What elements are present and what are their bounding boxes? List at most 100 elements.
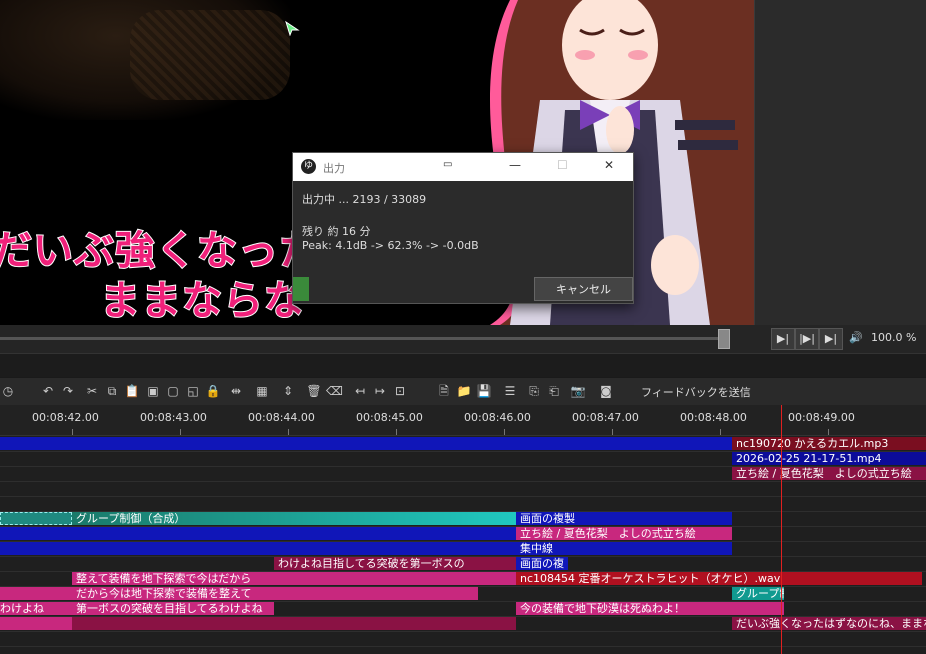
app-icon: ゆ bbox=[301, 159, 316, 174]
clock-icon[interactable]: ◷ bbox=[0, 383, 16, 399]
ruler-tick: 00:08:49.00 bbox=[788, 411, 855, 424]
track-lane: 2026-02-25 21-17-51.mp4 bbox=[0, 451, 926, 467]
track-lane: 集中線 bbox=[0, 541, 926, 557]
volume-icon[interactable]: 🔊 bbox=[845, 328, 867, 348]
timeline-clip[interactable]: 立ち絵 / 夏色花梨 よしの式立ち絵 bbox=[516, 527, 732, 540]
lock-icon[interactable]: 🔒 bbox=[205, 383, 221, 399]
zoom-level[interactable]: 100.0 % bbox=[871, 331, 916, 344]
seek-track[interactable] bbox=[0, 337, 730, 340]
cancel-button[interactable]: キャンセル bbox=[534, 277, 633, 301]
screenshot-icon[interactable]: ◙ bbox=[598, 383, 614, 399]
ruler-tick: 00:08:45.00 bbox=[356, 411, 423, 424]
timeline-clip[interactable]: 今の装備で地下砂漠は死ぬわよ！ bbox=[516, 602, 784, 615]
copy-frame-icon[interactable]: ▢ bbox=[165, 383, 181, 399]
ruler-tickline bbox=[72, 429, 73, 435]
paste-special-icon[interactable]: ▣ bbox=[145, 383, 161, 399]
ruler-tickline bbox=[612, 429, 613, 435]
timeline-clip[interactable]: 立ち絵 / 夏色花梨 よしの式立ち絵 bbox=[732, 467, 926, 480]
track-lane: だから今は地下探索で装備を整えて グループ制 bbox=[0, 586, 926, 602]
fit-icon[interactable]: ⊡ bbox=[392, 383, 408, 399]
timeline-clip[interactable]: グループ制 bbox=[732, 587, 784, 600]
undo-icon[interactable]: ↶ bbox=[40, 383, 56, 399]
ruler-tickline bbox=[180, 429, 181, 435]
separator-bar bbox=[0, 353, 926, 378]
ruler-tickline bbox=[504, 429, 505, 435]
timeline-clip[interactable]: nc190720 かえるカエル.mp3 bbox=[732, 437, 926, 450]
timeline-clip[interactable]: 画面の複製 bbox=[516, 512, 732, 525]
camera-icon[interactable]: 📷 bbox=[570, 383, 586, 399]
copy-icon[interactable]: ⧉ bbox=[104, 383, 120, 399]
close-button[interactable]: ✕ bbox=[604, 158, 614, 172]
delete-icon[interactable]: 🗑 bbox=[306, 383, 322, 399]
ruler-tick: 00:08:42.00 bbox=[32, 411, 99, 424]
timeline-clip[interactable]: わけよね bbox=[0, 602, 72, 615]
play-button[interactable]: ▶| bbox=[771, 328, 795, 350]
feedback-button[interactable]: フィードバックを送信 bbox=[641, 384, 751, 400]
step-forward-button[interactable]: |▶| bbox=[795, 328, 819, 350]
timeline-clip[interactable] bbox=[0, 512, 72, 525]
export-icon[interactable]: ⎘ bbox=[526, 383, 542, 399]
export-status: 出力中 ... 2193 / 33089 bbox=[302, 193, 427, 206]
peak-level: Peak: 4.1dB -> 62.3% -> -0.0dB bbox=[302, 239, 479, 252]
timeline-clip[interactable] bbox=[0, 527, 516, 540]
ruler-tick: 00:08:43.00 bbox=[140, 411, 207, 424]
ruler-tick: 00:08:46.00 bbox=[464, 411, 531, 424]
align-right-icon[interactable]: ↦ bbox=[372, 383, 388, 399]
timeline-clip[interactable] bbox=[0, 617, 72, 630]
import-icon[interactable]: ⎗ bbox=[546, 383, 562, 399]
timeline-clip[interactable] bbox=[0, 437, 732, 450]
seek-thumb[interactable] bbox=[718, 329, 730, 349]
track-lane: わけよね目指してる突破を第一ボスの 画面の複 bbox=[0, 556, 926, 572]
split-icon[interactable]: ⇕ bbox=[280, 383, 296, 399]
align-left-icon[interactable]: ↤ bbox=[352, 383, 368, 399]
export-progress-bar bbox=[293, 277, 309, 301]
timeline-tracks: nc190720 かえるカエル.mp3 2026-02-25 21-17-51.… bbox=[0, 436, 926, 654]
timeline-clip[interactable]: nc108454 定番オーケストラヒット（オケヒ）.wav bbox=[516, 572, 922, 585]
open-folder-icon[interactable]: 📁 bbox=[456, 383, 472, 399]
track-lane: だいぶ強くなったはずなのにね、ままならないわね bbox=[0, 616, 926, 632]
next-button[interactable]: ▶| bbox=[819, 328, 843, 350]
paste-icon[interactable]: 📋 bbox=[124, 383, 140, 399]
timeline-clip[interactable]: 2026-02-25 21-17-51.mp4 bbox=[732, 452, 926, 465]
timeline-clip[interactable]: 画面の複 bbox=[516, 557, 568, 570]
minimize-button[interactable]: — bbox=[509, 158, 521, 172]
track-lane: グループ制御（合成） 画面の複製 bbox=[0, 511, 926, 527]
subtitle-line-2: ままならな bbox=[99, 277, 305, 325]
ruler-tickline bbox=[396, 429, 397, 435]
cut-icon[interactable]: ✂ bbox=[84, 383, 100, 399]
window-icon: ▭ bbox=[443, 159, 453, 170]
group-icon[interactable]: ◱ bbox=[185, 383, 201, 399]
playhead[interactable] bbox=[781, 405, 782, 654]
track-lane bbox=[0, 481, 926, 497]
timeline-clip[interactable]: だから今は地下探索で装備を整えて bbox=[72, 587, 478, 600]
redo-icon[interactable]: ↷ bbox=[60, 383, 76, 399]
track-lane: わけよね 第一ボスの突破を目指してるわけよね 今の装備で地下砂漠は死ぬわよ！ bbox=[0, 601, 926, 617]
delete-gap-icon[interactable]: ⌫ bbox=[326, 383, 343, 399]
properties-panel bbox=[754, 0, 926, 325]
dialog-titlebar[interactable]: ゆ 出力 ▭ — ☐ ✕ bbox=[293, 153, 633, 181]
ruler-tick: 00:08:48.00 bbox=[680, 411, 747, 424]
settings-sliders-icon[interactable]: ☰ bbox=[502, 383, 518, 399]
timeline-clip[interactable] bbox=[72, 617, 516, 630]
ruler-tickline bbox=[828, 429, 829, 435]
snap-icon[interactable]: ⇹ bbox=[228, 383, 244, 399]
ruler-tick: 00:08:44.00 bbox=[248, 411, 315, 424]
timeline-clip[interactable]: 集中線 bbox=[516, 542, 732, 555]
maximize-button[interactable]: ☐ bbox=[557, 158, 568, 172]
timeline-ruler[interactable]: 00:08:42.00 00:08:43.00 00:08:44.00 00:0… bbox=[0, 405, 926, 436]
timeline-clip[interactable]: 整えて装備を地下探索で今はだから bbox=[72, 572, 516, 585]
playback-bar: ▶| |▶| ▶| 🔊 100.0 % bbox=[0, 325, 926, 353]
game-cursor-icon bbox=[285, 20, 300, 36]
timeline-clip[interactable] bbox=[0, 587, 72, 600]
timeline-clip[interactable]: だいぶ強くなったはずなのにね、ままならないわね bbox=[732, 617, 926, 630]
timeline-clip[interactable]: 第一ボスの突破を目指してるわけよね bbox=[72, 602, 274, 615]
add-file-icon[interactable]: 🗎 bbox=[436, 383, 452, 399]
ruler-tickline bbox=[288, 429, 289, 435]
save-icon[interactable]: 💾 bbox=[476, 383, 492, 399]
timeline-clip[interactable] bbox=[0, 542, 516, 555]
track-lane bbox=[0, 631, 926, 647]
track-lane: 立ち絵 / 夏色花梨 よしの式立ち絵 bbox=[0, 526, 926, 542]
grid-icon[interactable]: ▦ bbox=[254, 383, 270, 399]
timeline-clip[interactable]: わけよね目指してる突破を第一ボスの bbox=[274, 557, 516, 570]
timeline-clip[interactable]: グループ制御（合成） bbox=[72, 512, 516, 525]
